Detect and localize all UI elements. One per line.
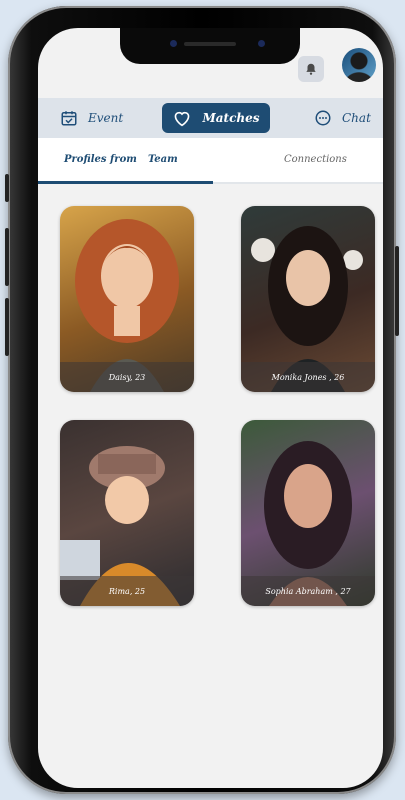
- top-navigation: Event Matches Chat: [38, 98, 383, 138]
- volume-down-button: [5, 298, 9, 356]
- tab-chat[interactable]: Chat: [314, 98, 371, 138]
- notifications-button[interactable]: [298, 56, 324, 82]
- tab-event-label: Event: [88, 111, 124, 125]
- mute-switch: [5, 174, 9, 202]
- bell-icon: [306, 63, 316, 75]
- camera-icon: [170, 40, 177, 47]
- sensor-icon: [258, 40, 265, 47]
- profile-name: Monika Jones , 26: [241, 362, 375, 392]
- tab-profiles-from[interactable]: Profiles from: [64, 154, 137, 165]
- notch: [120, 28, 300, 64]
- volume-up-button: [5, 228, 9, 286]
- profile-card[interactable]: Rima, 25: [60, 420, 194, 606]
- active-tab-indicator: [38, 181, 213, 184]
- tab-chat-label: Chat: [342, 111, 371, 125]
- profile-card[interactable]: Daisy, 23: [60, 206, 194, 392]
- profile-card[interactable]: Monika Jones , 26: [241, 206, 375, 392]
- tab-event[interactable]: Event: [60, 98, 123, 138]
- tab-connections[interactable]: Connections: [284, 154, 347, 165]
- tab-matches-label: Matches: [202, 111, 260, 125]
- tab-matches[interactable]: Matches: [162, 103, 270, 133]
- profile-name: Daisy, 23: [60, 362, 194, 392]
- profile-card[interactable]: Sophia Abraham , 27: [241, 420, 375, 606]
- profile-name: Sophia Abraham , 27: [241, 576, 375, 606]
- heart-icon: [175, 111, 190, 127]
- phone-frame: Event Matches Chat Profiles from Team Co…: [5, 6, 399, 794]
- tab-team[interactable]: Team: [148, 154, 178, 165]
- speaker-grille: [184, 42, 236, 46]
- profile-name: Rima, 25: [60, 576, 194, 606]
- power-button: [395, 246, 399, 336]
- chat-bubble-icon: [315, 110, 331, 126]
- calendar-check-icon: [61, 111, 77, 126]
- avatar[interactable]: [342, 48, 376, 82]
- app-screen: Event Matches Chat Profiles from Team Co…: [38, 28, 383, 788]
- sub-tabs: Profiles from Team Connections: [38, 138, 383, 184]
